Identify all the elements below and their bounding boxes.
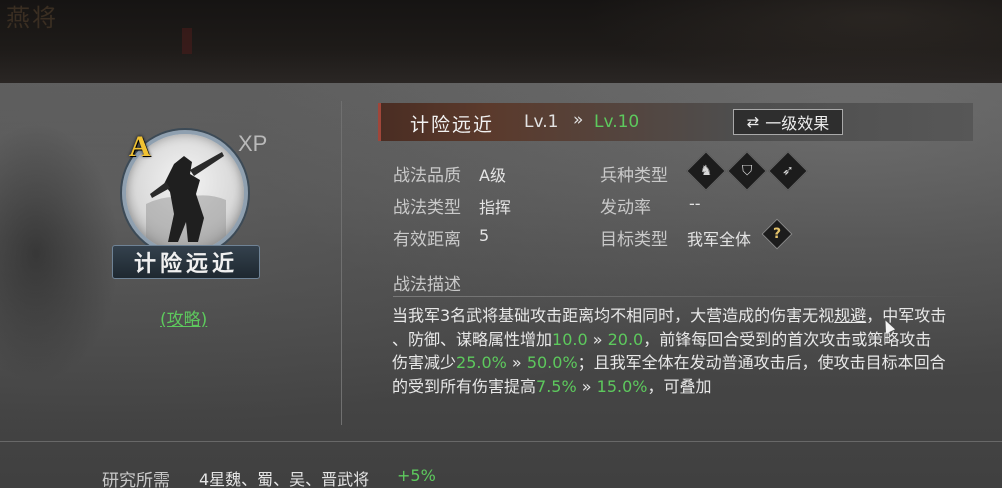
activation-rate-value: -- bbox=[689, 194, 701, 213]
skill-description: 当我军3名武将基础攻击距离均不相同时，大营造成的伤害无视规避，中军攻击 、防御、谋… bbox=[392, 304, 1002, 398]
effect-level-label: 一级效果 bbox=[765, 114, 830, 133]
description-value: 25.0% bbox=[456, 353, 507, 372]
description-text: » bbox=[506, 353, 527, 372]
description-line: 伤害减少25.0% » 50.0%；且我军全体在发动普通攻击后，使攻击目标本回合 bbox=[392, 351, 1002, 375]
level-arrow-icon: » bbox=[573, 110, 584, 130]
level-current: Lv.1 bbox=[524, 112, 559, 132]
range-label: 有效距离 bbox=[393, 230, 461, 250]
description-text: 当我军3名武将基础攻击距离均不相同时，大营造成的伤害无视 bbox=[392, 306, 835, 325]
description-line: 的受到所有伤害提高7.5% » 15.0%，可叠加 bbox=[392, 375, 1002, 399]
skill-name-plate: 计险远近 bbox=[112, 245, 260, 279]
background-glow bbox=[582, 0, 1002, 83]
description-rule bbox=[393, 296, 973, 297]
description-line: 当我军3名武将基础攻击距离均不相同时，大营造成的伤害无视规避，中军攻击 bbox=[392, 304, 1002, 328]
description-value: 20.0 bbox=[607, 329, 644, 349]
skill-grade-badge: A bbox=[129, 130, 151, 163]
quality-label: 战法品质 bbox=[393, 166, 461, 186]
description-text: 、防御、谋略属性增加 bbox=[392, 329, 553, 349]
description-text: ，中军攻击 bbox=[866, 306, 947, 325]
swap-icon: ⇄ bbox=[746, 113, 760, 131]
background-title: 燕将 bbox=[6, 4, 58, 32]
description-text: 规避 bbox=[834, 306, 867, 325]
skill-title: 计险远近 bbox=[410, 114, 495, 136]
research-bonus: +5% bbox=[397, 466, 436, 485]
description-line: 、防御、谋略属性增加10.0 » 20.0，前锋每回合受到的首次攻击或策略攻击 bbox=[392, 328, 1002, 352]
description-value: 10.0 bbox=[552, 329, 588, 349]
description-value: 15.0% bbox=[596, 376, 648, 396]
horizontal-divider bbox=[0, 441, 1002, 442]
description-text: » bbox=[587, 329, 608, 349]
quality-value: A级 bbox=[479, 166, 506, 185]
research-requirement-label: 研究所需 bbox=[102, 471, 170, 488]
description-text: » bbox=[576, 376, 597, 396]
top-banner: 燕将 bbox=[0, 0, 1002, 83]
target-type-label: 目标类型 bbox=[600, 230, 668, 250]
type-value: 指挥 bbox=[479, 198, 512, 217]
description-text: 的受到所有伤害提高 bbox=[392, 376, 537, 396]
background-banner-mark bbox=[182, 28, 192, 54]
vertical-divider bbox=[341, 101, 342, 425]
description-value: 50.0% bbox=[526, 353, 578, 372]
research-requirement-value: 4星魏、蜀、吴、晋武将 bbox=[199, 470, 370, 488]
troop-type-label: 兵种类型 bbox=[600, 166, 668, 186]
range-value: 5 bbox=[479, 226, 490, 245]
target-type-value: 我军全体 bbox=[687, 230, 752, 249]
description-text: 伤害减少 bbox=[392, 353, 457, 372]
activation-rate-label: 发动率 bbox=[600, 198, 651, 218]
level-max: Lv.10 bbox=[594, 112, 640, 132]
effect-level-button[interactable]: ⇄ 一级效果 bbox=[733, 109, 843, 135]
description-text: ；且我军全体在发动普通攻击后，使攻击目标本回合 bbox=[577, 353, 946, 372]
description-text: ，可叠加 bbox=[647, 376, 712, 396]
background-warrior-art bbox=[0, 123, 120, 383]
description-title: 战法描述 bbox=[393, 275, 461, 295]
xp-badge: XP bbox=[238, 131, 268, 156]
description-value: 7.5% bbox=[536, 376, 577, 396]
type-label: 战法类型 bbox=[393, 198, 461, 218]
guide-link[interactable]: (攻略) bbox=[160, 305, 207, 330]
